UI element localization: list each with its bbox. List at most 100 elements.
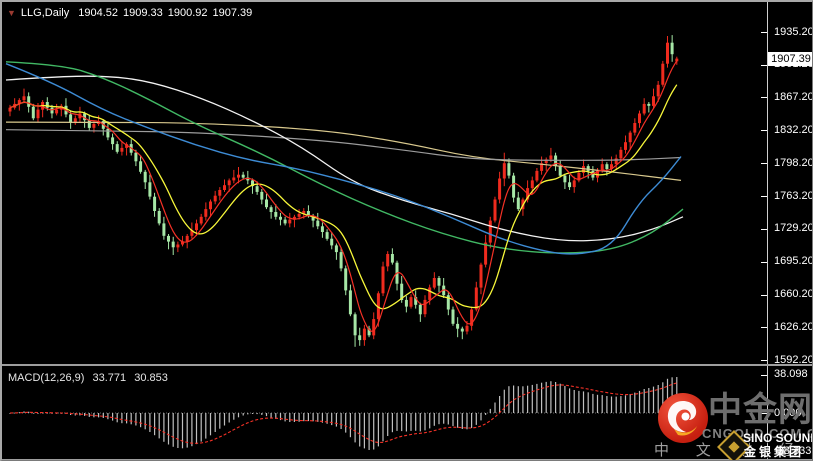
axis-tick — [761, 163, 767, 164]
macd-bar — [181, 413, 184, 449]
macd-bar — [652, 386, 655, 413]
macd-bar — [606, 396, 608, 413]
candle — [171, 241, 175, 248]
macd-bar — [18, 412, 20, 413]
candle — [642, 103, 646, 114]
candle — [605, 164, 609, 169]
macd-bar — [247, 413, 249, 415]
price-axis-label: 1660.20 — [774, 288, 813, 301]
macd-bar — [28, 411, 30, 413]
macd-bar — [564, 385, 566, 413]
candle — [484, 242, 488, 265]
macd-bar — [634, 392, 636, 413]
panel-divider[interactable] — [2, 364, 812, 366]
macd-bar — [195, 413, 198, 445]
macd-bar — [172, 413, 174, 447]
macd-bar — [158, 413, 160, 439]
chart-info-line: ▼ LLG,Daily 1904.52 1909.33 1900.92 1907… — [7, 7, 257, 19]
candle — [36, 109, 40, 119]
macd-bar — [140, 413, 142, 428]
candle — [362, 328, 366, 341]
candle — [115, 144, 119, 152]
macd-bar — [368, 413, 370, 450]
candle — [530, 180, 534, 189]
macd-bar — [373, 413, 375, 450]
candle — [432, 278, 436, 288]
candle — [474, 287, 478, 310]
macd-bar — [578, 390, 580, 413]
macd-bar — [541, 382, 543, 413]
macd-bar — [107, 413, 109, 420]
macd-bar — [200, 413, 202, 442]
candle — [27, 96, 31, 107]
candle — [344, 268, 348, 291]
candle — [153, 196, 157, 211]
price-axis-label: 1935.20 — [774, 25, 813, 38]
ma-white — [5, 75, 684, 242]
macd-bar — [471, 413, 473, 428]
candle — [353, 314, 357, 336]
macd-bar — [517, 386, 519, 413]
candle — [320, 226, 324, 232]
macd-bar — [620, 396, 622, 413]
candle — [232, 177, 236, 181]
macd-bar — [638, 390, 641, 413]
candle — [409, 297, 413, 307]
candle — [372, 319, 376, 336]
macd-bar — [163, 413, 165, 442]
macd-bar — [154, 413, 156, 436]
candle — [260, 191, 264, 200]
current-price-badge: 1907.39 — [768, 52, 812, 66]
macd-bar — [116, 413, 118, 423]
candle — [390, 254, 394, 263]
candle — [288, 219, 292, 224]
candle — [568, 182, 572, 188]
candle — [451, 309, 455, 324]
macd-bar — [349, 413, 351, 438]
macd-bar — [536, 383, 538, 413]
candle — [87, 120, 91, 128]
axis-tick — [761, 64, 767, 66]
macd-axis[interactable]: 38.098 0.000 -38.333 — [761, 368, 812, 459]
candle — [209, 201, 212, 210]
macd-bar — [312, 413, 314, 422]
price-chart[interactable] — [2, 2, 767, 363]
candle — [563, 175, 567, 183]
macd-bar — [601, 395, 603, 413]
candle — [143, 171, 147, 183]
candle — [8, 107, 12, 112]
macd-params-label: MACD(12,26,9) — [8, 372, 85, 384]
ma-red — [9, 60, 678, 332]
candle — [535, 170, 539, 181]
macd-bar — [648, 388, 650, 413]
candle — [437, 278, 441, 286]
macd-bar — [666, 378, 669, 413]
candle — [148, 182, 152, 197]
macd-bar — [382, 413, 384, 442]
candle — [279, 216, 282, 220]
macd-bar — [391, 413, 393, 433]
collapse-arrow-icon[interactable]: ▼ — [7, 8, 16, 18]
macd-bar — [662, 382, 664, 413]
macd-bar — [531, 384, 533, 413]
candle — [92, 124, 96, 128]
candle — [502, 163, 506, 179]
macd-bar — [88, 413, 90, 417]
macd-bar — [624, 395, 627, 413]
candle — [199, 216, 203, 224]
macd-bar — [219, 413, 221, 429]
price-axis-label: 1626.20 — [774, 320, 813, 333]
axis-tick — [761, 196, 767, 198]
candle — [428, 287, 432, 300]
macd-bar — [359, 413, 361, 447]
price-axis-label: 1592.20 — [774, 353, 813, 366]
candle — [638, 113, 641, 124]
axis-tick — [761, 97, 767, 99]
candle — [111, 137, 115, 145]
macd-bar — [480, 413, 482, 421]
macd-bar — [405, 413, 407, 432]
macd-axis-label: -38.333 — [774, 444, 812, 457]
candle — [624, 142, 627, 150]
macd-bar — [452, 413, 454, 427]
candle — [488, 220, 492, 243]
